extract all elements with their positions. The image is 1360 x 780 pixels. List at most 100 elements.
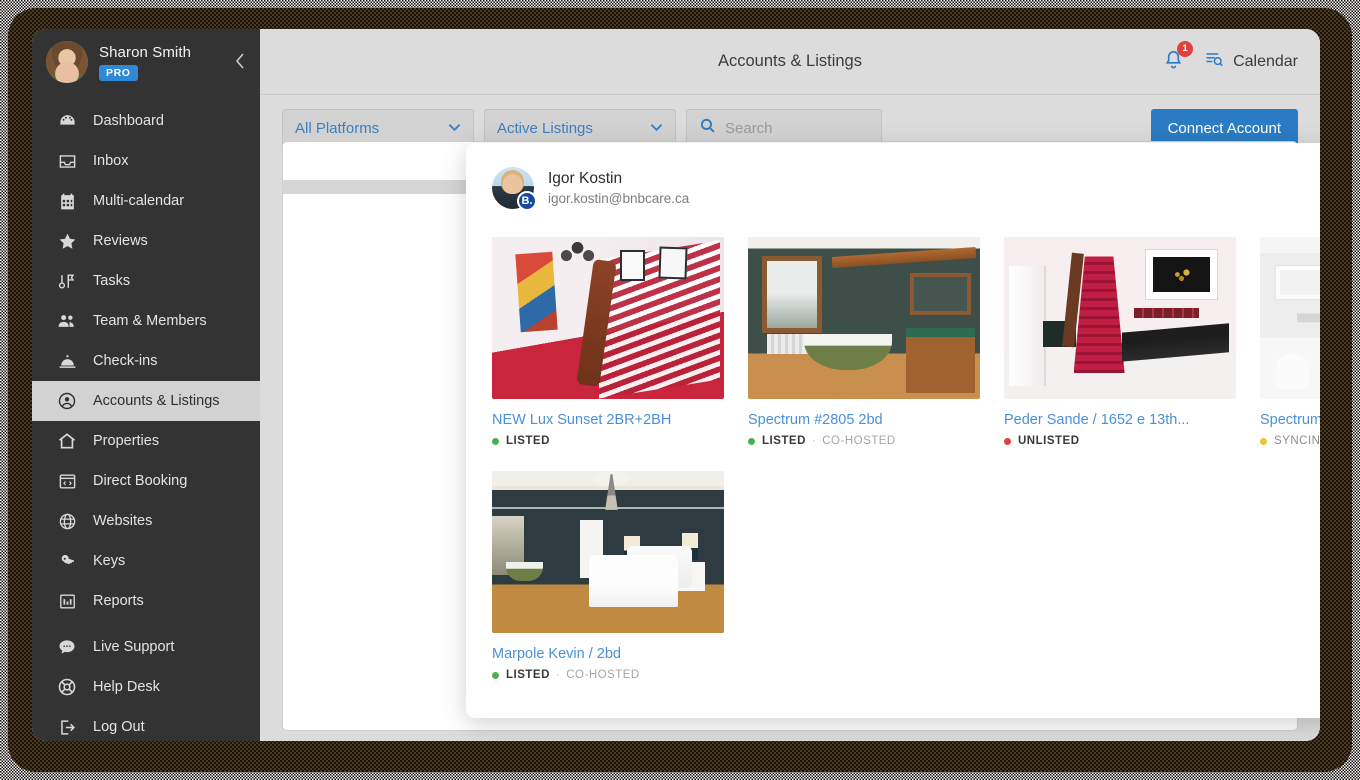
listing-title[interactable]: Marpole Kevin / 2bd — [492, 646, 724, 662]
listing-card[interactable]: Peder Sande / 1652 e 13th... UNLISTED — [1004, 237, 1236, 447]
modal-header: B. Igor Kostin igor.kostin@bnbcare.ca — [466, 143, 1320, 219]
crown-molding-detail — [492, 486, 724, 491]
listing-thumbnail[interactable] — [1004, 237, 1236, 399]
sidebar-item-check-ins[interactable]: Check-ins — [32, 341, 260, 381]
sidebar-item-help-desk[interactable]: Help Desk — [32, 667, 260, 707]
sidebar-user-header[interactable]: Sharon Smith PRO — [32, 29, 260, 97]
search-input[interactable] — [725, 120, 869, 137]
key-icon — [54, 551, 80, 571]
account-email: igor.kostin@bnbcare.ca — [548, 191, 689, 206]
listing-title[interactable]: Spectrum #2805 2bd — [748, 412, 980, 428]
globe-icon — [54, 511, 80, 531]
shelf-detail — [831, 247, 975, 268]
sidebar-nav: Dashboard Inbox Multi-calendar — [32, 101, 260, 741]
listing-thumbnail[interactable] — [748, 237, 980, 399]
framed-picture-detail — [1276, 266, 1320, 298]
status-dot — [492, 672, 499, 679]
listing-title[interactable]: Peder Sande / 1652 e 13th... — [1004, 412, 1236, 428]
coat-hooks-detail — [1134, 308, 1199, 318]
sidebar-item-label: Websites — [93, 513, 152, 529]
sidebar-item-multi-calendar[interactable]: Multi-calendar — [32, 181, 260, 221]
status-label: LISTED — [506, 669, 550, 681]
pro-badge: PRO — [99, 65, 138, 81]
bathtub-detail — [804, 334, 892, 370]
listing-card[interactable]: Spectrum #2805 2bd LISTED · CO-HOSTED — [748, 237, 980, 447]
search-icon — [699, 117, 716, 139]
calendar-button[interactable]: Calendar — [1203, 49, 1298, 74]
status-separator: · — [556, 669, 560, 681]
page-title: Accounts & Listings — [260, 52, 1320, 71]
vanity-detail — [906, 328, 976, 393]
status-dot — [492, 438, 499, 445]
notifications-button[interactable]: 1 — [1162, 48, 1185, 76]
sidebar-item-inbox[interactable]: Inbox — [32, 141, 260, 181]
sidebar-item-log-out[interactable]: Log Out — [32, 707, 260, 741]
status-sublabel: CO-HOSTED — [822, 435, 896, 447]
status-sublabel: CO-HOSTED — [566, 669, 640, 681]
status-label: UNLISTED — [1018, 435, 1080, 447]
listing-state-filter-value: Active Listings — [497, 120, 593, 137]
listing-thumbnail[interactable] — [492, 237, 724, 399]
chandelier-detail — [559, 240, 596, 266]
top-bar-actions: 1 Calendar — [1162, 48, 1298, 76]
listing-card[interactable]: Spectrum #1209 SYNCING... — [1260, 237, 1320, 447]
sidebar-item-dashboard[interactable]: Dashboard — [32, 101, 260, 141]
sidebar-item-label: Properties — [93, 433, 159, 449]
sidebar-item-accounts-listings[interactable]: Accounts & Listings — [32, 381, 260, 421]
star-icon — [54, 231, 80, 251]
account-name: Igor Kostin — [548, 170, 689, 188]
listing-title[interactable]: Spectrum #1209 — [1260, 412, 1320, 428]
bar-chart-icon — [54, 591, 80, 611]
status-dot — [1004, 438, 1011, 445]
account-avatar: B. — [492, 167, 534, 209]
sidebar-item-label: Direct Booking — [93, 473, 187, 489]
sidebar-item-websites[interactable]: Websites — [32, 501, 260, 541]
toilet-detail — [1276, 354, 1308, 390]
sidebar-item-keys[interactable]: Keys — [32, 541, 260, 581]
status-label: LISTED — [506, 435, 550, 447]
sidebar-item-team-members[interactable]: Team & Members — [32, 301, 260, 341]
top-bar: Accounts & Listings 1 — [260, 29, 1320, 95]
listing-thumbnail[interactable] — [492, 471, 724, 633]
code-window-icon — [54, 471, 80, 491]
lifebuoy-icon — [54, 677, 80, 697]
sidebar-item-label: Tasks — [93, 273, 130, 289]
listing-card[interactable]: Marpole Kevin / 2bd LISTED · CO-HOSTED — [492, 471, 724, 681]
sidebar-item-live-support[interactable]: Live Support — [32, 627, 260, 667]
sidebar-item-direct-booking[interactable]: Direct Booking — [32, 461, 260, 501]
loading-indicator — [1297, 314, 1320, 323]
application-window: Sharon Smith PRO Dashboard — [32, 29, 1320, 741]
listing-status: LISTED · CO-HOSTED — [748, 435, 980, 447]
sidebar-item-label: Inbox — [93, 153, 128, 169]
sidebar-item-reviews[interactable]: Reviews — [32, 221, 260, 261]
calendar-label: Calendar — [1233, 53, 1298, 71]
inbox-icon — [54, 151, 80, 171]
listings-grid: NEW Lux Sunset 2BR+2BH LISTED — [466, 219, 1320, 681]
window-detail — [762, 256, 822, 332]
wall-art-detail — [515, 252, 557, 332]
bell-icon — [1162, 58, 1185, 75]
listing-status: SYNCING... — [1260, 435, 1320, 447]
sidebar-item-label: Multi-calendar — [93, 193, 184, 209]
avatar — [46, 41, 88, 83]
status-label: SYNCING... — [1274, 435, 1320, 447]
listing-thumbnail[interactable] — [1260, 237, 1320, 399]
framed-picture-detail — [620, 250, 646, 281]
sidebar-item-label: Reports — [93, 593, 144, 609]
user-circle-icon — [54, 391, 80, 411]
listing-card[interactable]: NEW Lux Sunset 2BR+2BH LISTED — [492, 237, 724, 447]
status-label: LISTED — [762, 435, 806, 447]
chevron-down-icon — [448, 121, 461, 135]
sidebar-item-label: Help Desk — [93, 679, 160, 695]
listing-title[interactable]: NEW Lux Sunset 2BR+2BH — [492, 412, 724, 428]
chat-bubble-icon — [54, 637, 80, 657]
chevron-left-icon[interactable] — [234, 51, 246, 75]
sidebar-item-label: Check-ins — [93, 353, 157, 369]
sidebar-item-tasks[interactable]: Tasks — [32, 261, 260, 301]
account-listings-modal: B. Igor Kostin igor.kostin@bnbcare.ca — [466, 143, 1320, 718]
sidebar-item-properties[interactable]: Properties — [32, 421, 260, 461]
framed-artwork-detail — [1146, 250, 1218, 299]
sidebar-item-reports[interactable]: Reports — [32, 581, 260, 621]
loading-bar — [1297, 314, 1320, 323]
sidebar-item-label: Dashboard — [93, 113, 164, 129]
